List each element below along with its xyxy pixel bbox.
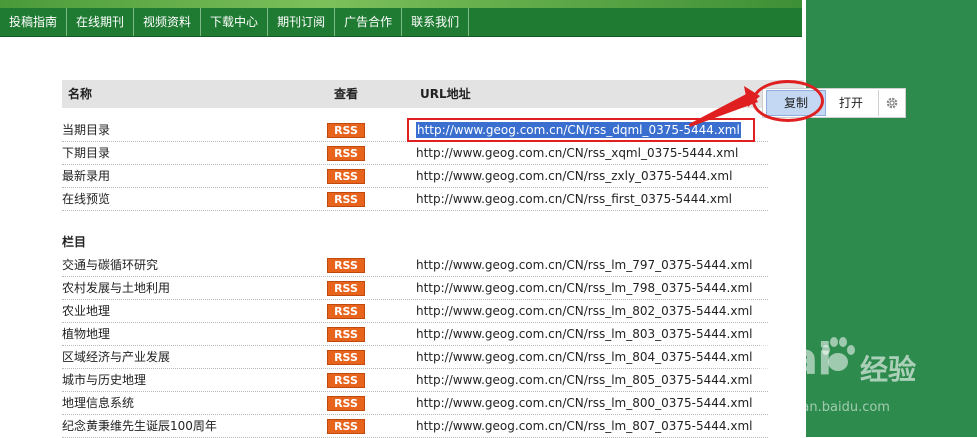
nav-subscription[interactable]: 期刊订阅 [268,8,336,36]
row-name: 区域经济与产业发展 [62,350,171,364]
nav-submission-guide[interactable]: 投稿指南 [0,8,68,36]
row-url[interactable]: http://www.geog.com.cn/CN/rss_lm_800_037… [416,395,753,411]
row-name: 在线预览 [62,192,111,206]
row-name: 城市与历史地理 [62,373,147,387]
nav-contact-us[interactable]: 联系我们 [402,8,470,36]
rss-row: 城市与历史地理 RSS http://www.geog.com.cn/CN/rs… [62,369,768,392]
rss-row: 农村发展与土地利用 RSS http://www.geog.com.cn/CN/… [62,277,768,300]
row-url[interactable]: http://www.geog.com.cn/CN/rss_lm_805_037… [416,372,753,388]
rss-row: 区域经济与产业发展 RSS http://www.geog.com.cn/CN/… [62,346,768,369]
rss-row: 在线预览 RSS http://www.geog.com.cn/CN/rss_f… [62,188,768,211]
rss-row: 纪念黄秉维先生诞辰100周年 RSS http://www.geog.com.c… [62,415,768,438]
row-name: 下期目录 [62,146,111,160]
row-name: 当期目录 [62,123,111,137]
rss-badge-button[interactable]: RSS [327,258,365,273]
rss-badge-button[interactable]: RSS [327,373,365,388]
right-green-background [806,0,977,437]
row-name: 农业地理 [62,304,111,318]
rss-row: 地理信息系统 RSS http://www.geog.com.cn/CN/rss… [62,392,768,415]
row-name: 交通与碳循环研究 [62,258,159,272]
col-header-view: 查看 [334,87,359,101]
annotation-circle [752,80,824,122]
rss-row: 植物地理 RSS http://www.geog.com.cn/CN/rss_l… [62,323,768,346]
rss-row: 下期目录 RSS http://www.geog.com.cn/CN/rss_x… [62,142,768,165]
rss-badge-button[interactable]: RSS [327,146,365,161]
rss-badge-button[interactable]: RSS [327,304,365,319]
col-header-name: 名称 [68,87,93,101]
row-url[interactable]: http://www.geog.com.cn/CN/rss_lm_797_037… [416,257,753,273]
rss-badge-button[interactable]: RSS [327,419,365,434]
rss-row: 最新录用 RSS http://www.geog.com.cn/CN/rss_z… [62,165,768,188]
rss-badge-button[interactable]: RSS [327,123,365,138]
annotation-highlight-box [407,118,755,142]
nav-online-journal[interactable]: 在线期刊 [67,8,135,36]
page-edge [802,0,806,437]
rss-table-header: 名称 查看 URL地址 [62,80,804,108]
rss-badge-button[interactable]: RSS [327,169,365,184]
open-button[interactable]: 打开 [828,91,874,115]
row-url[interactable]: http://www.geog.com.cn/CN/rss_lm_802_037… [416,303,753,319]
row-url[interactable]: http://www.geog.com.cn/CN/rss_lm_798_037… [416,280,753,296]
nav-download-center[interactable]: 下载中心 [201,8,269,36]
section-title-columns: 栏目 [62,235,87,249]
rss-badge-button[interactable]: RSS [327,281,365,296]
col-header-url: URL地址 [420,87,471,101]
main-nav: 投稿指南 在线期刊 视频资料 下载中心 期刊订阅 广告合作 联系我们 [0,8,802,37]
rss-badge-button[interactable]: RSS [327,327,365,342]
row-url[interactable]: http://www.geog.com.cn/CN/rss_zxly_0375-… [416,168,732,184]
rss-badge-button[interactable]: RSS [327,350,365,365]
row-name: 农村发展与土地利用 [62,281,171,295]
rss-badge-button[interactable]: RSS [327,192,365,207]
row-url[interactable]: http://www.geog.com.cn/CN/rss_xqml_0375-… [416,145,738,161]
rss-row: 交通与碳循环研究 RSS http://www.geog.com.cn/CN/r… [62,254,768,277]
row-url[interactable]: http://www.geog.com.cn/CN/rss_lm_803_037… [416,326,753,342]
row-name: 地理信息系统 [62,396,135,410]
row-url[interactable]: http://www.geog.com.cn/CN/rss_first_0375… [416,191,732,207]
gear-icon[interactable] [878,90,905,116]
row-url[interactable]: http://www.geog.com.cn/CN/rss_lm_807_037… [416,418,753,434]
rss-badge-button[interactable]: RSS [327,396,365,411]
top-banner-strip [0,0,806,8]
rss-row: 农业地理 RSS http://www.geog.com.cn/CN/rss_l… [62,300,768,323]
row-name: 纪念黄秉维先生诞辰100周年 [62,419,217,433]
nav-advertising[interactable]: 广告合作 [335,8,403,36]
row-url[interactable]: http://www.geog.com.cn/CN/rss_lm_804_037… [416,349,753,365]
row-name: 植物地理 [62,327,111,341]
nav-video-materials[interactable]: 视频资料 [134,8,202,36]
row-name: 最新录用 [62,169,111,183]
